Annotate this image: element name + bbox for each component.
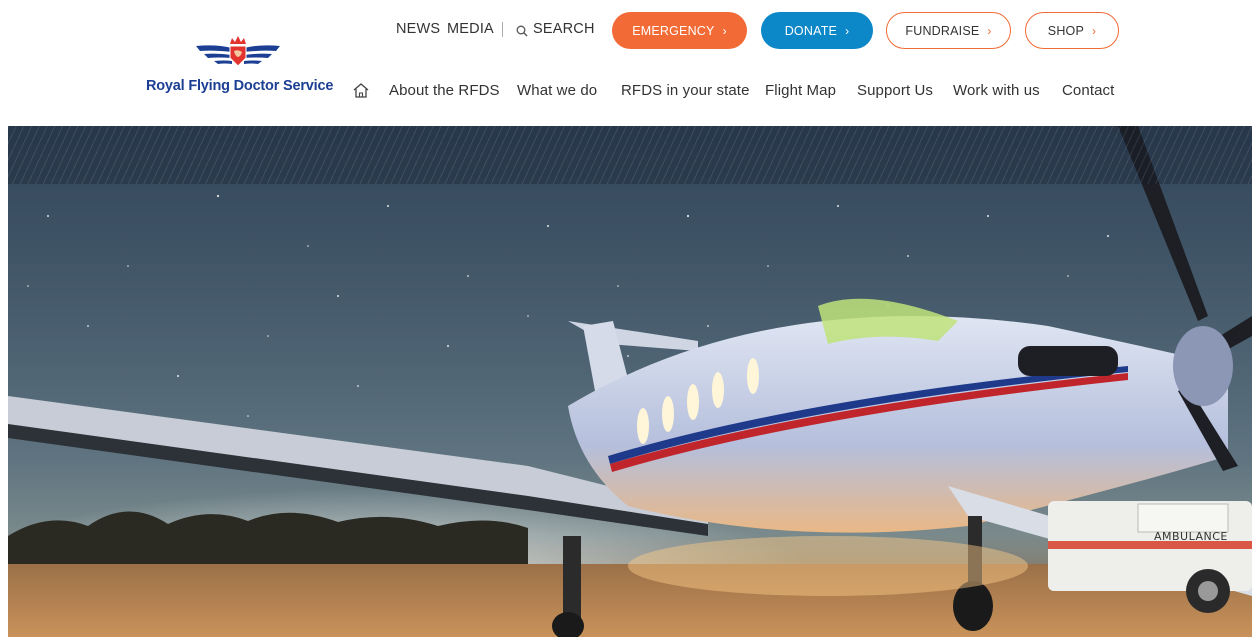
- donate-button[interactable]: DONATE ›: [761, 12, 873, 49]
- donate-button-label: DONATE: [784, 23, 838, 38]
- nav-item-flight-map[interactable]: Flight Map: [765, 82, 836, 99]
- site-header: Royal Flying Doctor Service NEWS MEDIA S…: [0, 0, 1252, 126]
- fundraise-button[interactable]: FUNDRAISE ›: [886, 12, 1011, 49]
- logo-wordmark: Royal Flying Doctor Service: [146, 78, 334, 94]
- fundraise-button-label: FUNDRAISE: [905, 23, 980, 38]
- emergency-button[interactable]: EMERGENCY ›: [612, 12, 747, 49]
- search-link[interactable]: SEARCH: [533, 21, 595, 37]
- chevron-right-icon: ›: [987, 23, 992, 38]
- nav-item-work-with-us[interactable]: Work with us: [953, 82, 1040, 99]
- nav-item-what-we-do[interactable]: What we do: [517, 82, 597, 99]
- search-icon[interactable]: [516, 24, 528, 42]
- hero-hatch-overlay: [8, 126, 1252, 184]
- nav-item-support-us[interactable]: Support Us: [857, 82, 933, 99]
- shop-button[interactable]: SHOP ›: [1025, 12, 1119, 49]
- rfds-wings-logo-icon: [196, 36, 280, 67]
- rfds-aircraft-night-image: [8, 126, 1252, 637]
- ambulance-text: AMBULANCE: [1154, 530, 1228, 543]
- rfds-logo[interactable]: Royal Flying Doctor Service: [146, 34, 336, 100]
- emergency-button-label: EMERGENCY: [632, 23, 715, 38]
- utility-divider: [502, 22, 503, 37]
- nav-item-contact[interactable]: Contact: [1062, 82, 1114, 99]
- chevron-right-icon: ›: [1092, 23, 1097, 38]
- home-icon[interactable]: [352, 82, 370, 104]
- shop-button-label: SHOP: [1047, 23, 1085, 38]
- nav-item-about[interactable]: About the RFDS: [389, 82, 500, 99]
- chevron-right-icon: ›: [722, 23, 727, 38]
- chevron-right-icon: ›: [845, 23, 850, 38]
- news-link[interactable]: NEWS: [396, 21, 440, 37]
- media-link[interactable]: MEDIA: [447, 21, 494, 37]
- hero-banner: AMBULANCE: [8, 126, 1252, 637]
- nav-item-rfds-in-your-state[interactable]: RFDS in your state: [621, 82, 750, 99]
